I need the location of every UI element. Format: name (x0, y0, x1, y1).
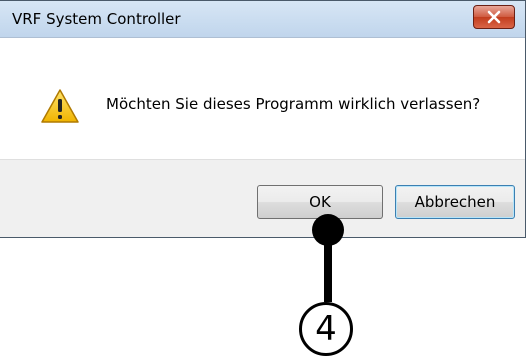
dialog-content: Möchten Sie dieses Programm wirklich ver… (0, 38, 525, 159)
warning-triangle-icon (41, 89, 79, 123)
ok-button[interactable]: OK (257, 185, 383, 219)
button-bar: OK Abbrechen (0, 159, 525, 237)
title-bar[interactable]: VRF System Controller (0, 1, 525, 38)
window-title: VRF System Controller (12, 10, 181, 28)
dialog-message: Möchten Sie dieses Programm wirklich ver… (106, 95, 481, 113)
close-x-icon (487, 10, 501, 24)
callout-pointer-dot (312, 214, 344, 246)
cancel-button[interactable]: Abbrechen (395, 185, 515, 219)
callout-number: 4 (299, 302, 353, 356)
close-button[interactable] (473, 5, 515, 29)
dialog-window: VRF System Controller Möchten Sie dieses… (0, 0, 526, 238)
